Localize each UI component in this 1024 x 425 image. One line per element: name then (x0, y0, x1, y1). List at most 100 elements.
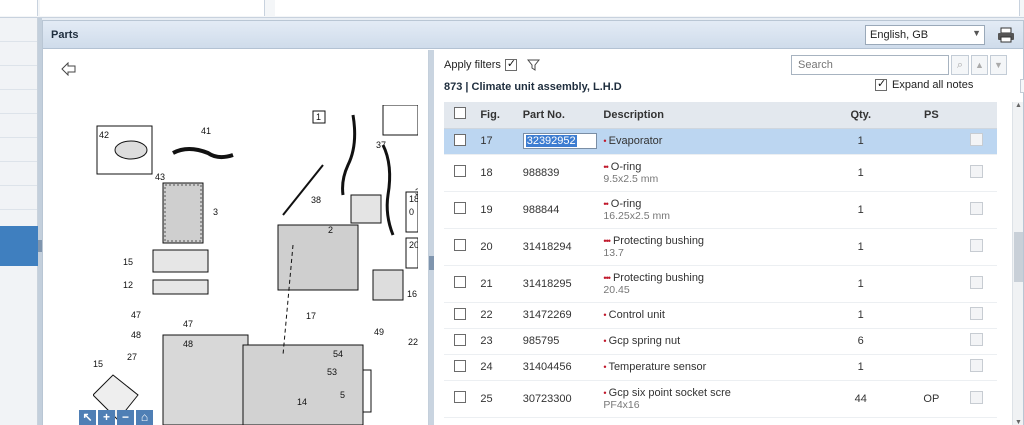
part-number[interactable]: 31404456 (523, 361, 572, 373)
left-rail-row[interactable] (0, 42, 37, 66)
diagram-label[interactable]: 48 (183, 339, 193, 349)
part-number-cell[interactable]: 31404456 (522, 354, 604, 381)
part-number[interactable]: 31418295 (523, 278, 572, 290)
filter-icon[interactable] (526, 59, 540, 71)
printer-icon[interactable] (997, 26, 1015, 44)
note-cell[interactable] (956, 265, 997, 303)
language-select[interactable]: English, GB ▼ (865, 25, 985, 45)
diagram-label[interactable]: 53 (327, 367, 337, 377)
row-select-cell[interactable] (444, 228, 481, 266)
diagram-label[interactable]: 48 (131, 330, 141, 340)
diagram-label[interactable]: 12 (123, 280, 133, 290)
row-checkbox[interactable] (454, 359, 466, 372)
row-select-cell[interactable] (444, 191, 481, 229)
row-checkbox[interactable] (454, 239, 466, 251)
table-row[interactable]: 22 31472269 • Control unit 1 (444, 302, 997, 329)
diagram-label[interactable]: 54 (333, 349, 343, 359)
diagram-label[interactable]: 17 (306, 311, 316, 321)
note-cell[interactable] (956, 128, 997, 155)
diagram-label[interactable]: 47 (131, 310, 141, 320)
left-rail-row[interactable] (0, 18, 37, 42)
search-next-icon[interactable]: ▼ (990, 55, 1007, 75)
header-fig[interactable]: Fig. (480, 102, 523, 129)
chevron-left-icon[interactable]: ‹ (1020, 79, 1024, 93)
row-checkbox[interactable] (454, 202, 466, 214)
table-row[interactable]: 18 988839 •• O-ring 9.5x2.5 mm 1 (444, 154, 997, 192)
parts-diagram[interactable]: 42 41 43 3 15 12 47 48 27 15 47 48 1 36 … (93, 105, 418, 425)
pointer-icon[interactable]: ↖ (79, 410, 96, 425)
left-rail-row[interactable] (0, 186, 37, 210)
note-icon[interactable] (970, 307, 984, 320)
diagram-label[interactable]: 15 (123, 257, 133, 267)
row-select-cell[interactable] (444, 302, 481, 329)
scroll-down-icon[interactable]: ▼ (1013, 419, 1024, 425)
search-input[interactable] (791, 55, 949, 75)
part-number[interactable]: 988844 (523, 204, 560, 216)
part-number[interactable]: 988839 (523, 167, 560, 179)
note-icon[interactable] (970, 164, 984, 178)
zoom-in-icon[interactable]: + (98, 410, 115, 425)
note-icon[interactable] (970, 359, 984, 372)
search-prev-icon[interactable]: ▲ (971, 55, 988, 75)
part-number-cell[interactable]: 30723300 (522, 380, 604, 418)
header-select-all[interactable] (444, 102, 481, 129)
row-select-cell[interactable] (444, 154, 481, 192)
left-rail-row[interactable] (0, 138, 37, 162)
diagram-label[interactable]: 15 (93, 359, 103, 369)
note-cell[interactable] (956, 302, 997, 329)
note-icon[interactable] (970, 238, 984, 252)
diagram-label[interactable]: 22 (408, 337, 418, 347)
left-rail-active-item[interactable] (0, 226, 38, 266)
left-rail-row[interactable] (0, 66, 37, 90)
left-rail-row[interactable] (0, 162, 37, 186)
note-icon[interactable] (970, 201, 984, 215)
expand-notes-checkbox[interactable] (875, 77, 887, 91)
diagram-label[interactable]: 5 (340, 390, 345, 400)
part-number-cell[interactable]: 32392952 (522, 128, 604, 155)
diagram-label[interactable]: 37 (376, 140, 386, 150)
row-checkbox[interactable] (454, 307, 466, 320)
part-number[interactable]: 985795 (523, 335, 560, 347)
part-number[interactable]: 30723300 (523, 393, 572, 405)
diagram-label[interactable]: 42 (99, 130, 109, 140)
diagram-label[interactable]: 43 (155, 172, 165, 182)
row-checkbox[interactable] (454, 391, 466, 403)
left-rail-row[interactable] (0, 114, 37, 138)
diagram-label[interactable]: 38 (311, 195, 321, 205)
header-ps[interactable]: PS (906, 102, 957, 129)
diagram-label[interactable]: 18, 19 (409, 194, 418, 204)
home-icon[interactable]: ⌂ (136, 410, 153, 425)
diagram-label[interactable]: 20, 21 (409, 240, 418, 250)
row-select-cell[interactable] (444, 128, 481, 155)
table-row[interactable]: 23 985795 • Gcp spring nut 6 (444, 328, 997, 355)
table-row[interactable]: 25 30723300 • Gcp six point socket scre … (444, 380, 997, 418)
table-row[interactable]: 19 988844 •• O-ring 16.25x2.5 mm 1 (444, 191, 997, 229)
scrollbar-thumb[interactable] (1014, 232, 1023, 282)
note-cell[interactable] (956, 354, 997, 381)
header-description[interactable]: Description (603, 102, 816, 129)
part-number[interactable]: 31418294 (523, 241, 572, 253)
row-checkbox[interactable] (454, 276, 466, 288)
row-select-cell[interactable] (444, 328, 481, 355)
diagram-label[interactable]: 1 (316, 112, 321, 122)
header-part-no[interactable]: Part No. (522, 102, 604, 129)
table-row[interactable]: 21 31418295 ••• Protecting bushing 20.45… (444, 265, 997, 303)
note-cell[interactable] (956, 228, 997, 266)
zoom-out-icon[interactable]: − (117, 410, 134, 425)
row-checkbox[interactable] (454, 333, 466, 346)
diagram-label[interactable]: 27 (127, 352, 137, 362)
select-all-checkbox[interactable] (454, 107, 466, 120)
apply-filters-checkbox[interactable] (504, 57, 517, 71)
part-number-input[interactable]: 32392952 (522, 133, 597, 149)
table-row[interactable]: 24 31404456 • Temperature sensor 1 (444, 354, 997, 381)
row-checkbox[interactable] (454, 165, 466, 177)
note-icon[interactable] (970, 390, 984, 404)
note-icon[interactable] (970, 133, 984, 146)
part-number-cell[interactable]: 988844 (522, 191, 604, 229)
note-cell[interactable] (956, 380, 997, 418)
parts-vertical-scrollbar[interactable]: ▲ ▼ (1012, 102, 1023, 425)
row-select-cell[interactable] (444, 354, 481, 381)
diagram-label[interactable]: 47 (183, 319, 193, 329)
table-row[interactable]: 17 32392952 • Evaporator 1 (444, 128, 997, 155)
part-number-cell[interactable]: 31418294 (522, 228, 604, 266)
